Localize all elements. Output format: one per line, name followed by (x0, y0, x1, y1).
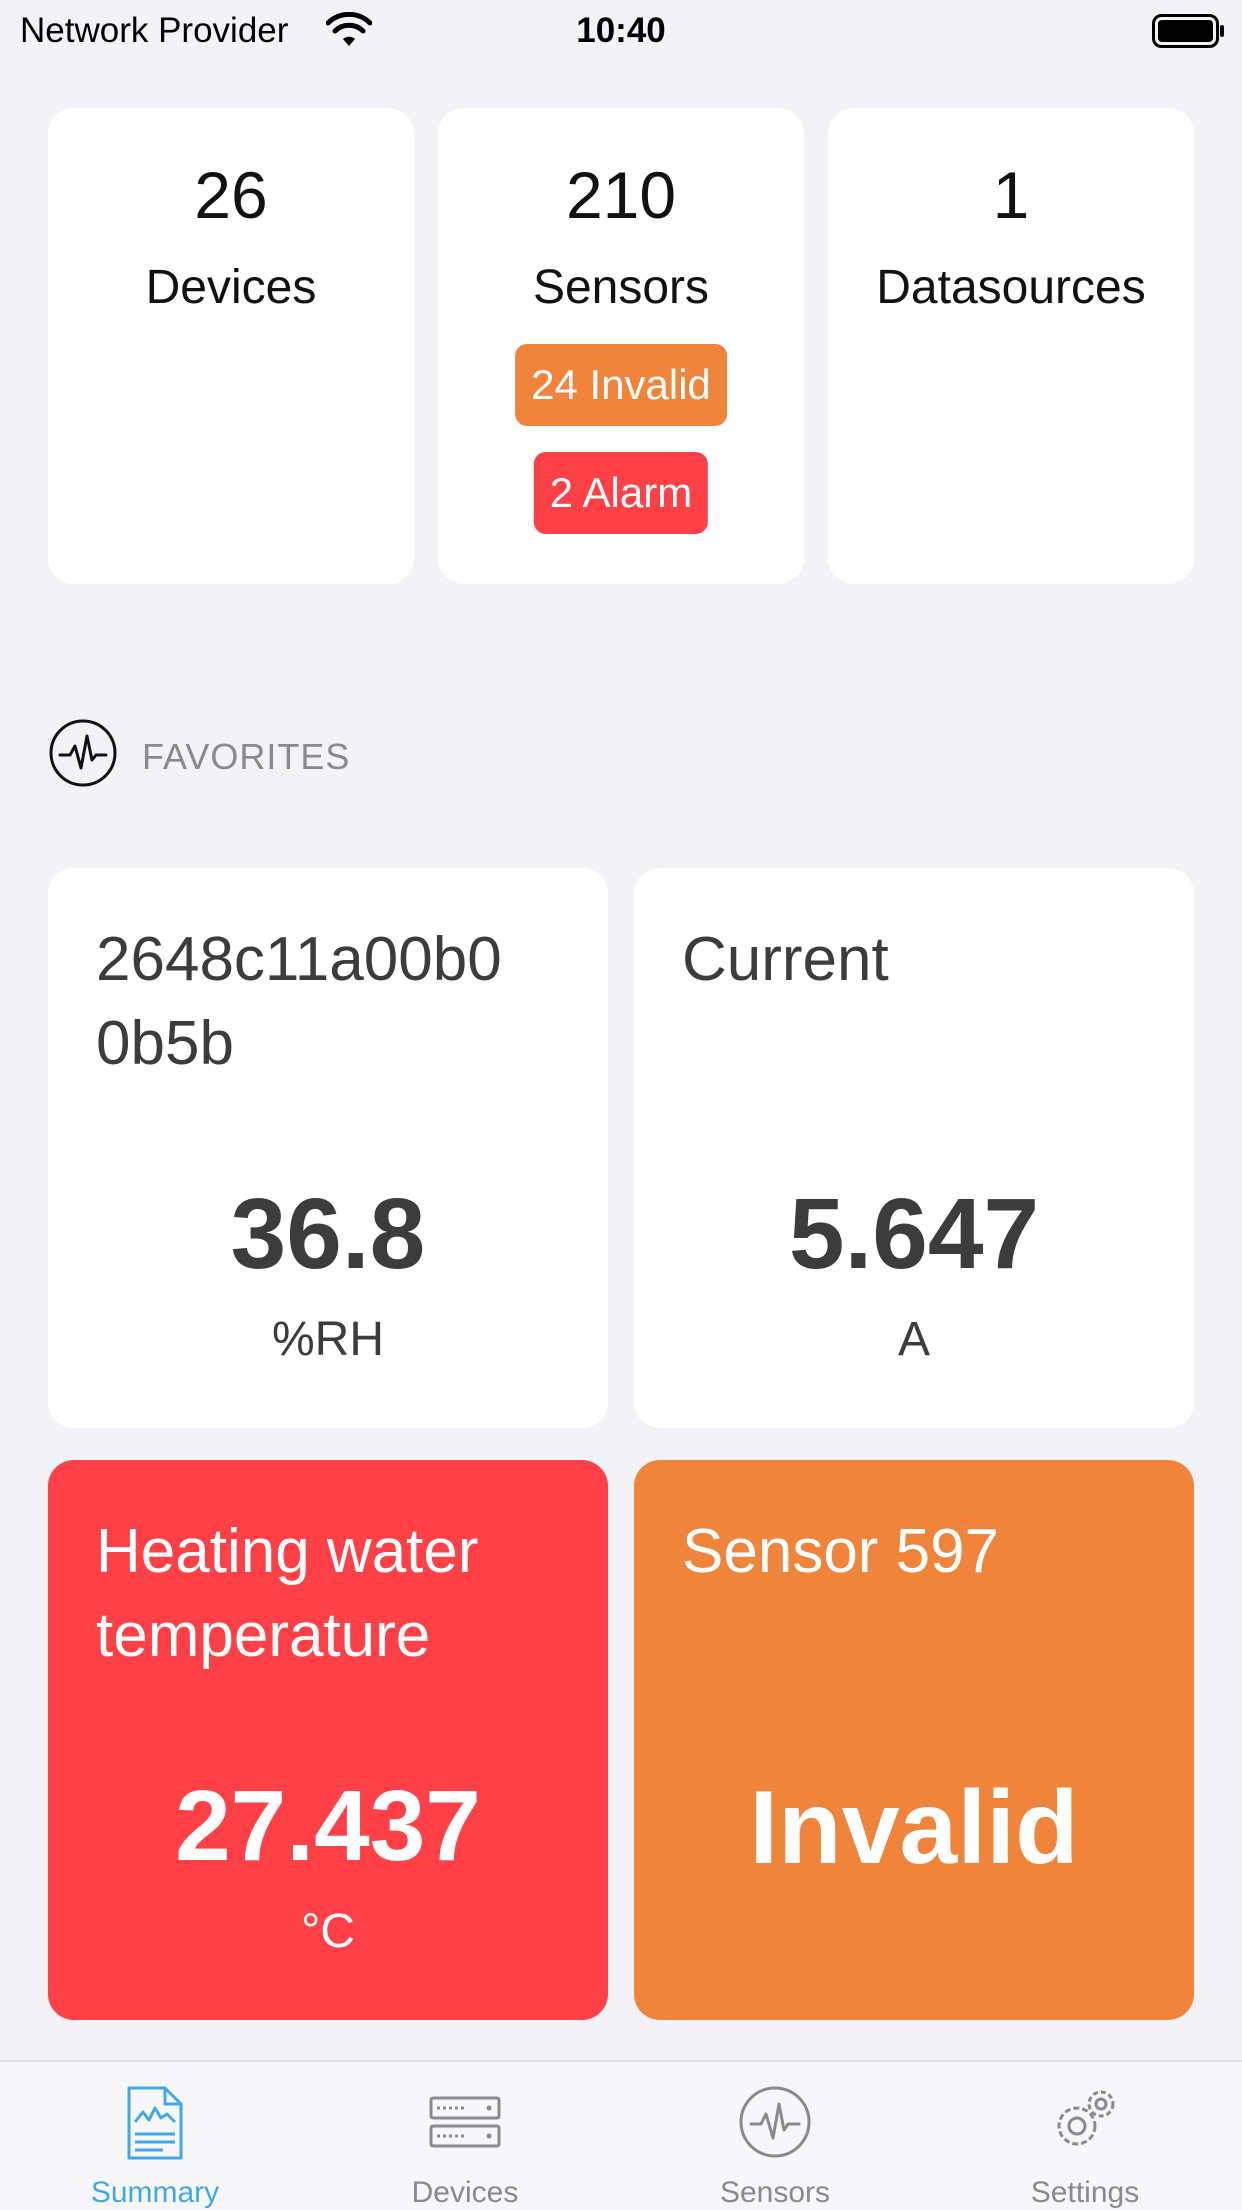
tab-label: Settings (1030, 2176, 1140, 2209)
sensor-name: 2648c11a00b0 0b5b (96, 925, 502, 1078)
tab-devices[interactable]: Devices (310, 2062, 620, 2210)
invalid-sensors-badge[interactable]: 24 Invalid (515, 344, 727, 426)
sensor-name: Heating water temperature (96, 1517, 479, 1670)
favorites-title: FAVORITES (142, 736, 351, 777)
server-rack-icon (429, 2096, 501, 2148)
devices-count: 26 (194, 158, 268, 232)
sensors-label: Sensors (532, 261, 710, 314)
battery-icon (1152, 14, 1224, 48)
tab-summary[interactable]: Summary (0, 2062, 310, 2210)
devices-label: Devices (145, 261, 317, 314)
pulse-circle-icon (739, 2086, 811, 2158)
clock-time: 10:40 (576, 11, 666, 50)
sensor-unit: %RH (271, 1313, 384, 1366)
tab-label: Summary (90, 2176, 220, 2209)
status-bar: Network Provider 10:40 (0, 0, 1242, 62)
datasources-label: Datasources (876, 261, 1146, 314)
sensor-value: 36.8 (230, 1178, 426, 1290)
tab-settings[interactable]: Settings (930, 2062, 1240, 2210)
favorite-sensor-card-invalid[interactable]: Sensor 597 Invalid (634, 1460, 1194, 2020)
tab-label: Devices (411, 2176, 519, 2209)
sensors-summary-card[interactable]: 210 Sensors 24 Invalid 2 Alarm (438, 108, 804, 584)
favorite-sensor-card[interactable]: 2648c11a00b0 0b5b 36.8 %RH (48, 868, 608, 1428)
sensor-value: 27.437 (175, 1770, 481, 1882)
datasources-summary-card[interactable]: 1 Datasources (828, 108, 1194, 584)
sensor-value: Invalid (749, 1770, 1079, 1886)
devices-summary-card[interactable]: 26 Devices (48, 108, 414, 584)
alarm-sensors-badge[interactable]: 2 Alarm (533, 452, 709, 534)
sensor-name: Sensor 597 (682, 1517, 1000, 1586)
tab-label: Sensors (719, 2176, 831, 2209)
sensor-value: 5.647 (788, 1178, 1040, 1290)
datasources-count: 1 (992, 158, 1030, 232)
sensors-count: 210 (565, 158, 677, 232)
tab-sensors[interactable]: Sensors (620, 2062, 930, 2210)
favorite-sensor-card-alarm[interactable]: Heating water temperature 27.437 °C (48, 1460, 608, 2020)
sensor-unit: A (897, 1313, 930, 1366)
favorite-sensor-card[interactable]: Current 5.647 A (634, 868, 1194, 1428)
pulse-circle-icon (49, 719, 117, 787)
sensor-unit: °C (301, 1905, 355, 1958)
sensor-name: Current (682, 925, 889, 994)
document-chart-icon (127, 2086, 183, 2160)
gears-icon (1057, 2090, 1115, 2146)
tab-bar: Summary Devices Sensors Settings (0, 2060, 1242, 2210)
